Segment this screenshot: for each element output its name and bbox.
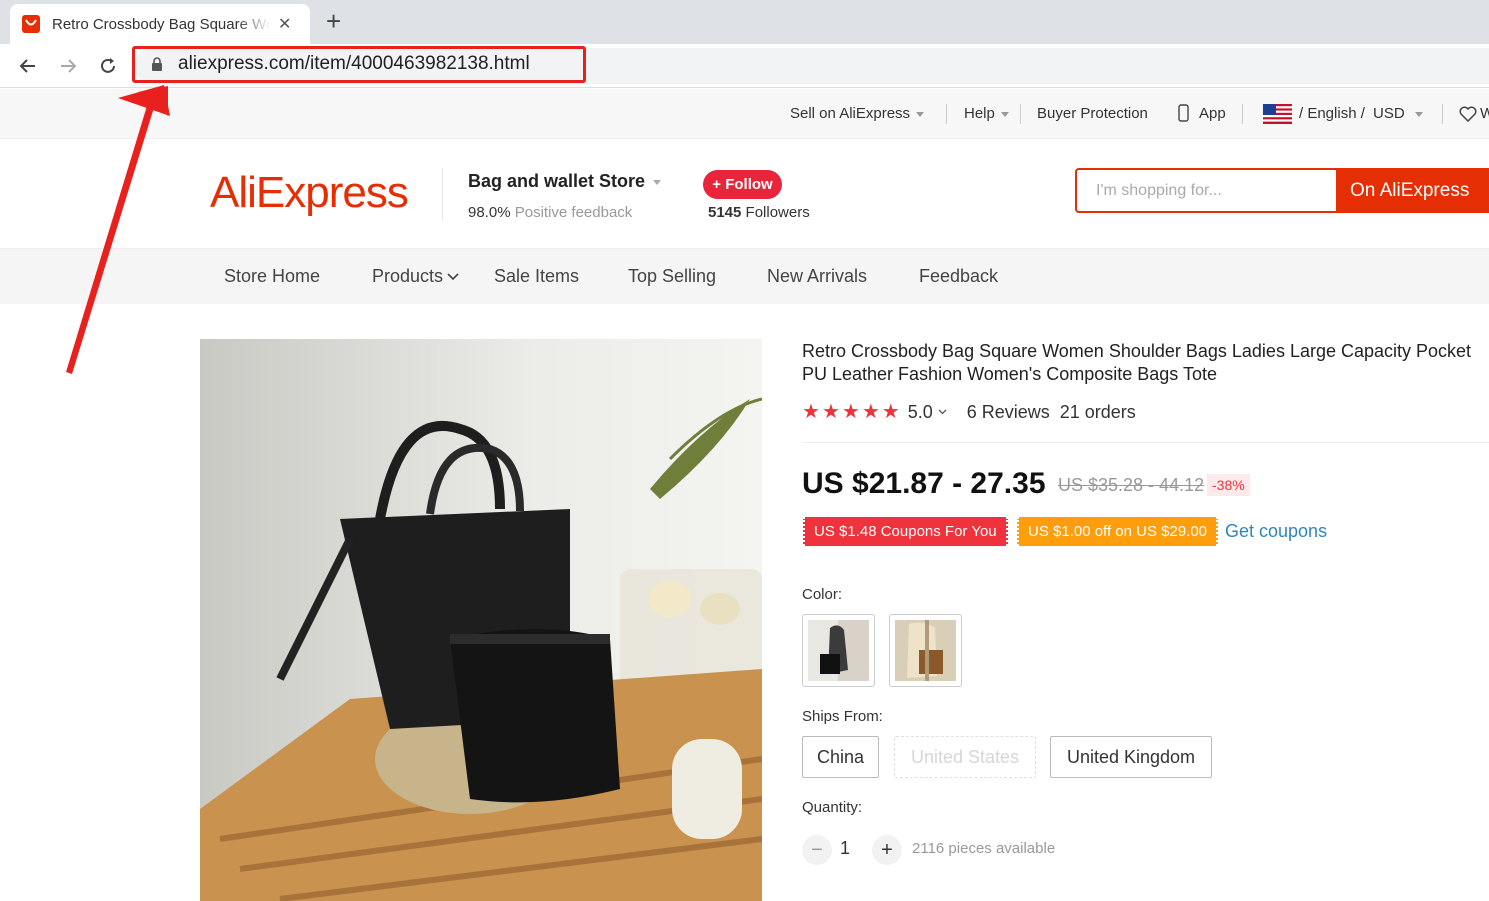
coupon-badge-store[interactable]: US $1.48 Coupons For You — [803, 517, 1008, 546]
nav-top-selling[interactable]: Top Selling — [628, 266, 716, 287]
new-tab-button[interactable]: + — [326, 6, 341, 36]
tab-title: Retro Crossbody Bag Square Women Shoulde… — [52, 15, 270, 33]
sell-label: Sell on AliExpress — [790, 105, 911, 122]
nav-products-label: Products — [372, 266, 444, 286]
followers-value: 5145 — [708, 204, 742, 221]
reload-icon[interactable] — [94, 52, 122, 80]
rating-value[interactable]: 5.0 — [908, 402, 933, 423]
swatch-image — [895, 620, 956, 681]
language-label: / English / — [1299, 105, 1365, 122]
phone-icon — [1178, 104, 1189, 127]
chevron-down-icon — [916, 111, 925, 117]
chevron-down-icon — [653, 179, 662, 185]
url-highlight-box — [132, 46, 586, 83]
feedback-label: Positive feedback — [514, 204, 633, 221]
original-price: US $35.28 - 44.12 — [1058, 475, 1205, 495]
divider — [1020, 104, 1021, 124]
swatch-image — [808, 620, 869, 681]
search-input[interactable] — [1078, 171, 1334, 210]
chevron-down-icon — [938, 409, 947, 415]
star-icon: ★ — [881, 401, 900, 423]
aliexpress-logo[interactable]: AliExpress — [210, 168, 409, 218]
nav-store-home[interactable]: Store Home — [224, 266, 320, 287]
quantity-value[interactable]: 1 — [840, 838, 850, 859]
star-icon: ★ — [841, 401, 860, 423]
rating-row: ★ ★ ★ ★ ★ 5.0 6 Reviews 21 orders — [802, 401, 1136, 423]
nav-feedback[interactable]: Feedback — [919, 266, 998, 287]
ship-option-china[interactable]: China — [802, 736, 879, 778]
get-coupons-link[interactable]: Get coupons — [1225, 521, 1327, 542]
quantity-label: Quantity: — [802, 799, 863, 816]
product-price: US $21.87 - 27.35 — [802, 467, 1046, 500]
divider — [1442, 104, 1443, 124]
discount-badge: -38% — [1207, 474, 1250, 496]
star-icon: ★ — [861, 401, 880, 423]
buyer-protection-link[interactable]: Buyer Protection — [1037, 105, 1148, 122]
ship-option-united-kingdom[interactable]: United Kingdom — [1050, 736, 1212, 778]
nav-sale-items[interactable]: Sale Items — [494, 266, 579, 287]
follow-button[interactable]: + Follow — [703, 170, 782, 199]
followers-label: Followers — [745, 204, 810, 221]
browser-tab[interactable]: Retro Crossbody Bag Square Women Shoulde… — [10, 4, 310, 44]
nav-new-arrivals[interactable]: New Arrivals — [767, 266, 867, 287]
store-name-label: Bag and wallet Store — [468, 171, 646, 191]
store-name[interactable]: Bag and wallet Store — [468, 171, 662, 192]
ship-option-united-states[interactable]: United States — [894, 736, 1036, 778]
help-link[interactable]: Help — [964, 105, 1009, 122]
us-flag-icon — [1263, 104, 1292, 129]
wishlist-link[interactable]: W — [1480, 105, 1489, 122]
divider — [442, 168, 443, 220]
product-title: Retro Crossbody Bag Square Women Shoulde… — [802, 341, 1472, 384]
pieces-available: 2116 pieces available — [912, 840, 1056, 857]
followers-count: 5145 Followers — [708, 204, 810, 221]
store-feedback: 98.0% Positive feedback — [468, 204, 632, 221]
search-button[interactable]: On AliExpress — [1336, 170, 1489, 211]
sell-on-aliexpress-link[interactable]: Sell on AliExpress — [790, 105, 925, 122]
back-arrow-icon[interactable] — [14, 52, 42, 80]
color-label: Color: — [802, 586, 843, 603]
reviews-link[interactable]: 6 Reviews — [967, 402, 1050, 423]
tab-close-icon[interactable]: ✕ — [278, 14, 291, 34]
quantity-increase-button[interactable]: + — [872, 835, 902, 865]
divider — [802, 442, 1489, 443]
chevron-down-icon — [447, 273, 459, 281]
orders-count: 21 orders — [1059, 401, 1136, 422]
color-swatch-brown[interactable] — [889, 614, 962, 687]
chevron-down-icon — [1414, 111, 1423, 117]
divider — [946, 104, 947, 124]
coupon-badge-select[interactable]: US $1.00 off on US $29.00 — [1017, 517, 1218, 546]
nav-products[interactable]: Products — [372, 266, 459, 287]
aliexpress-favicon-icon — [22, 15, 40, 33]
chevron-down-icon — [1000, 111, 1009, 117]
ships-from-label: Ships From: — [802, 708, 883, 725]
star-icon: ★ — [802, 401, 820, 423]
help-label: Help — [964, 105, 995, 122]
heart-icon[interactable] — [1459, 106, 1477, 127]
app-link[interactable]: App — [1199, 105, 1226, 122]
product-main-image[interactable] — [200, 339, 762, 901]
forward-arrow-icon[interactable] — [54, 52, 82, 80]
divider — [1242, 104, 1243, 124]
quantity-decrease-button[interactable]: − — [802, 835, 832, 865]
feedback-value: 98.0% — [468, 204, 511, 221]
language-selector[interactable]: / English / USD — [1299, 105, 1423, 122]
browser-tab-bar: Retro Crossbody Bag Square Women Shoulde… — [0, 0, 1489, 44]
color-swatch-black[interactable] — [802, 614, 875, 687]
star-icon: ★ — [821, 401, 840, 423]
currency-label: USD — [1373, 105, 1405, 122]
